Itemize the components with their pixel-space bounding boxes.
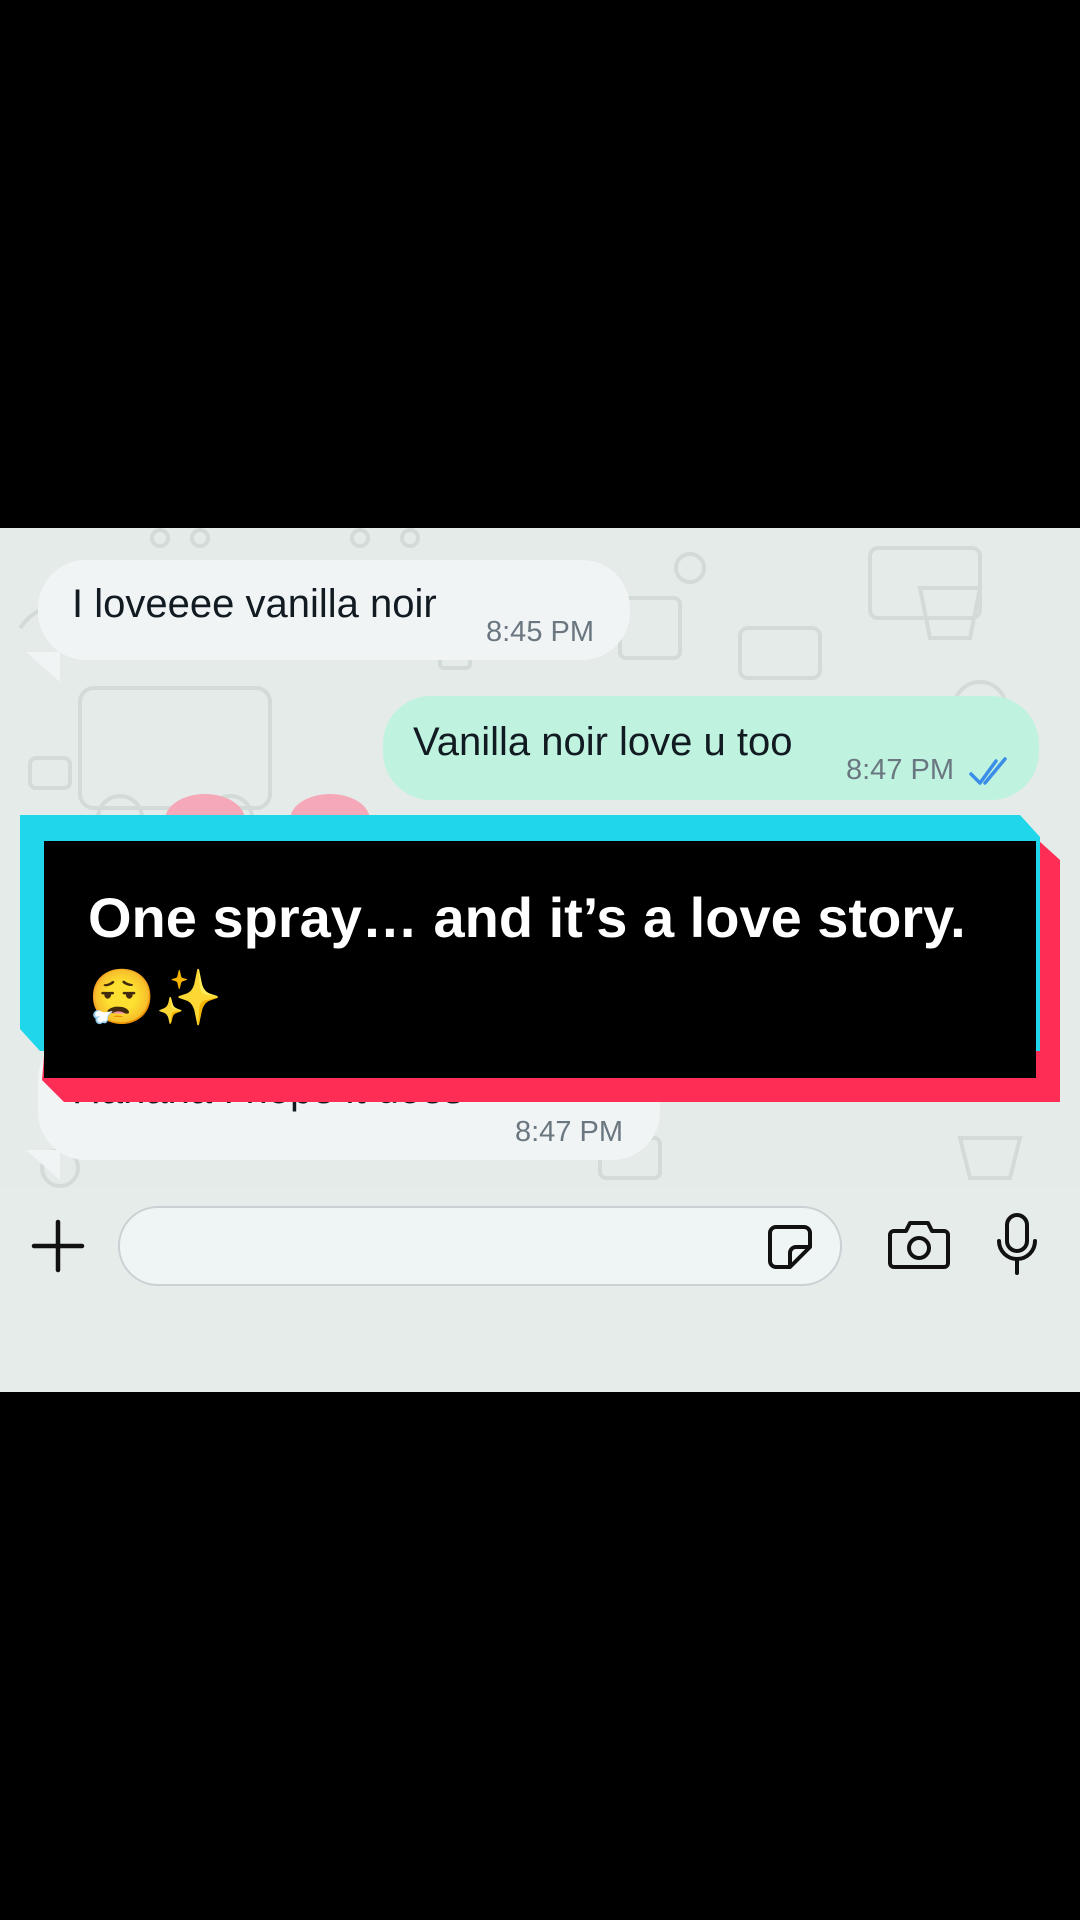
sticker-icon[interactable] xyxy=(766,1223,814,1271)
message-time: 8:47 PM xyxy=(515,1116,623,1148)
double-check-read-icon xyxy=(969,757,1007,785)
message-text: I loveeee vanilla noir xyxy=(72,582,437,626)
message-time: 8:45 PM xyxy=(486,616,594,648)
message-text: Vanilla noir love u too xyxy=(413,720,793,764)
message-bubble-incoming[interactable]: Hahaha I hope it does 8:47 PM xyxy=(38,1032,660,1160)
microphone-icon[interactable] xyxy=(995,1213,1039,1275)
sticker-partial xyxy=(165,794,370,820)
letterbox-bottom xyxy=(0,1392,1080,1920)
message-bubble-incoming[interactable]: I loveeee vanilla noir 8:45 PM xyxy=(38,560,630,660)
message-time: 8:47 PM xyxy=(846,754,954,786)
plus-icon[interactable] xyxy=(30,1218,86,1274)
letterbox-top xyxy=(0,0,1080,528)
message-input[interactable] xyxy=(118,1206,842,1286)
camera-icon[interactable] xyxy=(888,1219,950,1269)
message-text: Hahaha I hope it does xyxy=(72,1068,464,1112)
bubble-tail xyxy=(26,1150,60,1180)
message-bubble-outgoing[interactable]: Vanilla noir love u too 8:47 PM xyxy=(383,696,1039,800)
bubble-tail xyxy=(26,652,60,682)
